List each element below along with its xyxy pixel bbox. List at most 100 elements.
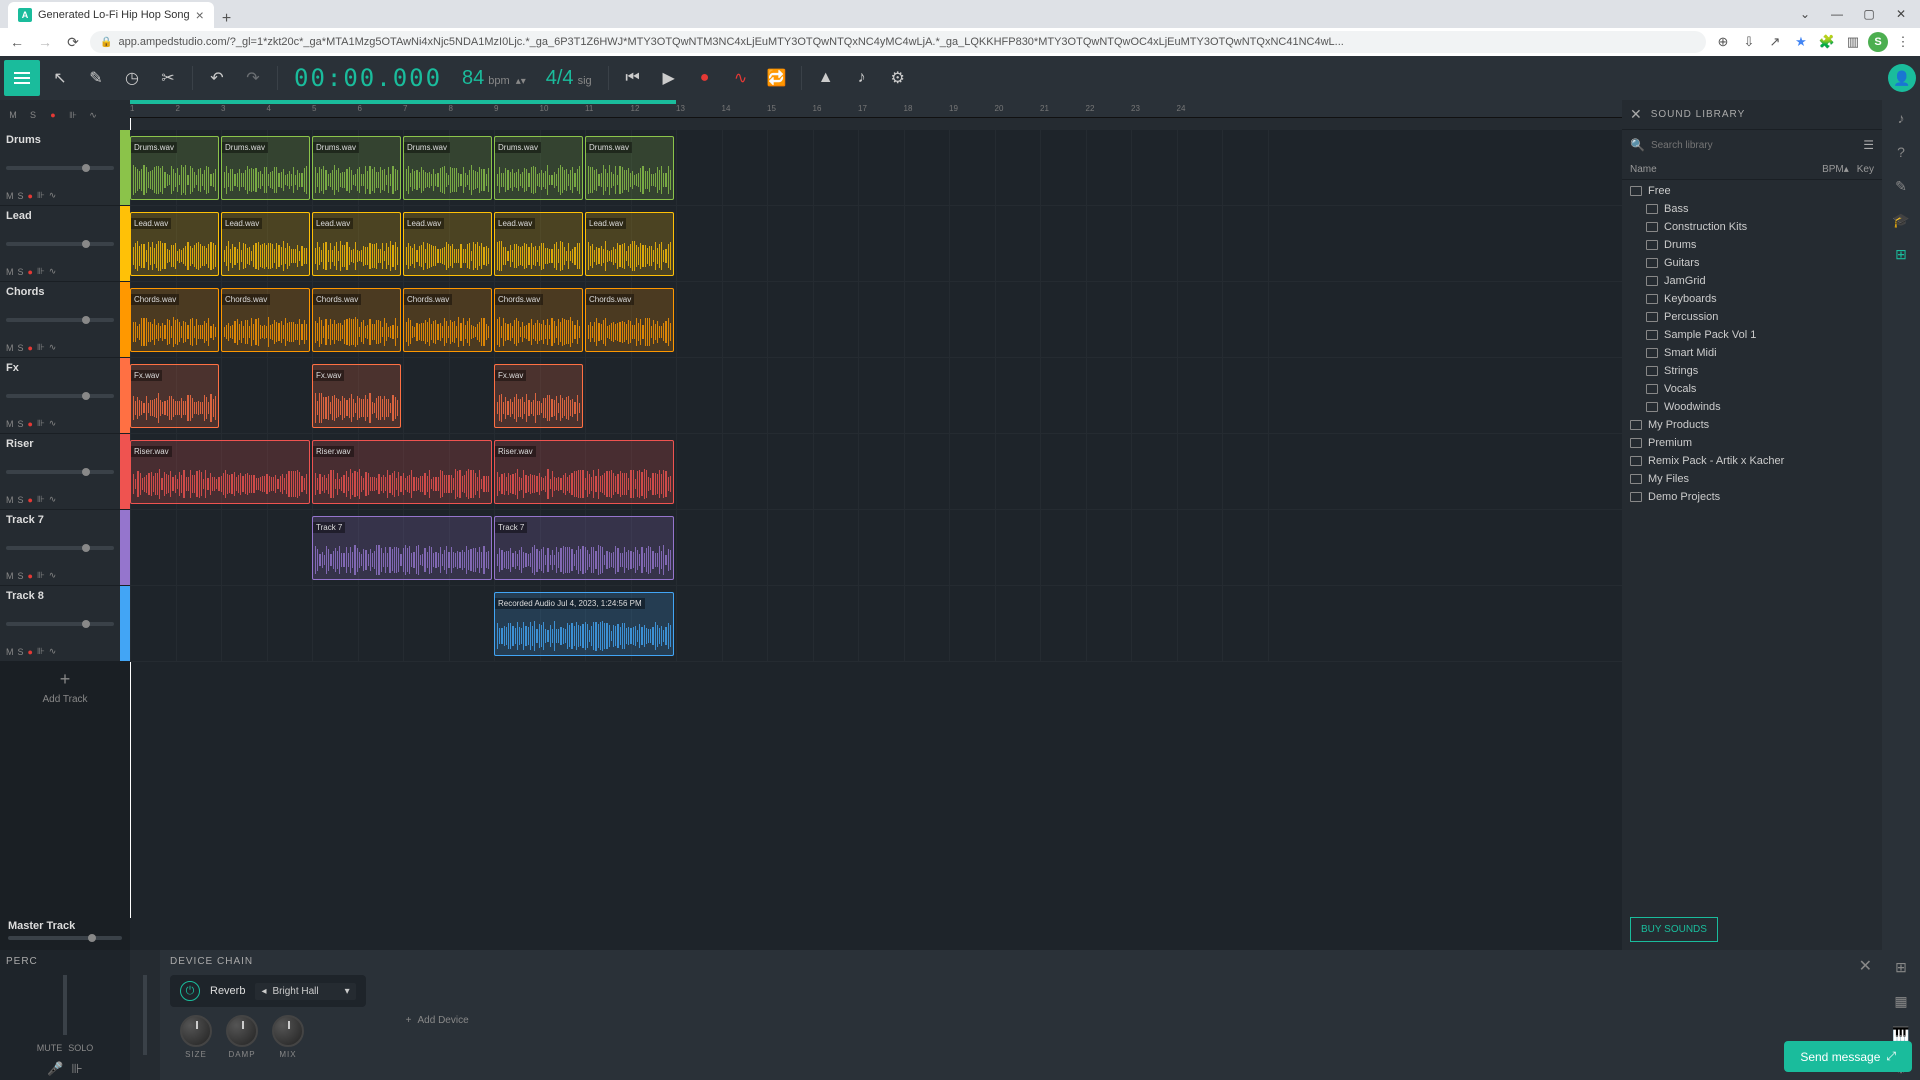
- audio-clip[interactable]: Chords.wav: [130, 288, 219, 352]
- track-meter-icon[interactable]: ⊪: [37, 266, 45, 277]
- col-key[interactable]: Key: [1857, 164, 1874, 175]
- audio-clip[interactable]: Chords.wav: [312, 288, 401, 352]
- library-folder[interactable]: Strings: [1622, 362, 1882, 380]
- audio-clip[interactable]: Fx.wav: [312, 364, 401, 428]
- track-header[interactable]: Lead M S ● ⊪ ∿: [0, 206, 130, 282]
- track-mute-button[interactable]: M: [6, 267, 14, 277]
- track-lane[interactable]: Fx.wavFx.wavFx.wav: [130, 358, 1622, 434]
- master-record-icon[interactable]: ●: [46, 108, 60, 122]
- track-lane[interactable]: Lead.wavLead.wavLead.wavLead.wavLead.wav…: [130, 206, 1622, 282]
- chevron-down-icon[interactable]: ⌄: [1790, 4, 1820, 24]
- audio-clip[interactable]: Lead.wav: [312, 212, 401, 276]
- track-fader[interactable]: [6, 394, 114, 398]
- tuning-icon[interactable]: ♪: [846, 62, 878, 94]
- track-header[interactable]: Chords M S ● ⊪ ∿: [0, 282, 130, 358]
- preset-dropdown-icon[interactable]: ▾: [345, 986, 350, 997]
- audio-clip[interactable]: Chords.wav: [494, 288, 583, 352]
- audio-clip[interactable]: Lead.wav: [221, 212, 310, 276]
- metronome-icon[interactable]: ▲: [810, 62, 842, 94]
- audio-clip[interactable]: Drums.wav: [130, 136, 219, 200]
- track-record-icon[interactable]: ●: [28, 419, 33, 429]
- audio-clip[interactable]: Lead.wav: [130, 212, 219, 276]
- track-lane[interactable]: Riser.wavRiser.wavRiser.wav: [130, 434, 1622, 510]
- audio-clip[interactable]: Fx.wav: [494, 364, 583, 428]
- new-tab-button[interactable]: +: [214, 10, 239, 28]
- loop-icon[interactable]: 🔁: [761, 62, 793, 94]
- track-solo-button[interactable]: S: [18, 267, 24, 277]
- close-icon[interactable]: ✕: [1886, 4, 1916, 24]
- record-icon[interactable]: ●: [689, 62, 721, 94]
- close-icon[interactable]: ✕: [1630, 106, 1643, 123]
- translate-icon[interactable]: ⊕: [1712, 31, 1734, 53]
- library-folder[interactable]: Vocals: [1622, 380, 1882, 398]
- track-fader[interactable]: [6, 546, 114, 550]
- timeline-area[interactable]: 123456789101112131415161718192021222324 …: [130, 100, 1622, 950]
- track-record-icon[interactable]: ●: [28, 571, 33, 581]
- track-lane[interactable]: Track 7Track 7: [130, 510, 1622, 586]
- track-automation-icon[interactable]: ∿: [49, 646, 57, 657]
- track-fader[interactable]: [6, 318, 114, 322]
- preset-selector[interactable]: ◂ Bright Hall ▾: [255, 983, 355, 1000]
- tab-close-icon[interactable]: ×: [196, 7, 204, 23]
- cut-tool-icon[interactable]: ✂: [152, 62, 184, 94]
- audio-clip[interactable]: Track 7: [494, 516, 674, 580]
- audio-clip[interactable]: Riser.wav: [494, 440, 674, 504]
- track-solo-button[interactable]: S: [18, 419, 24, 429]
- audio-clip[interactable]: Riser.wav: [312, 440, 492, 504]
- library-folder[interactable]: Keyboards: [1622, 290, 1882, 308]
- track-meter-icon[interactable]: ⊪: [37, 494, 45, 505]
- share-icon[interactable]: ↗: [1764, 31, 1786, 53]
- preset-prev-icon[interactable]: ◂: [261, 986, 266, 997]
- audio-clip[interactable]: Riser.wav: [130, 440, 310, 504]
- back-icon[interactable]: ←: [6, 31, 28, 53]
- audio-clip[interactable]: Drums.wav: [585, 136, 674, 200]
- track-header[interactable]: Drums M S ● ⊪ ∿: [0, 130, 130, 206]
- redo-icon[interactable]: ↷: [237, 62, 269, 94]
- pencil-tool-icon[interactable]: ✎: [80, 62, 112, 94]
- sidepanel-icon[interactable]: ▥: [1842, 31, 1864, 53]
- audio-clip[interactable]: Drums.wav: [312, 136, 401, 200]
- track-automation-icon[interactable]: ∿: [49, 570, 57, 581]
- graduation-icon[interactable]: 🎓: [1889, 208, 1913, 232]
- library-folder[interactable]: Remix Pack - Artik x Kacher: [1622, 452, 1882, 470]
- url-input[interactable]: 🔒 app.ampedstudio.com/?_gl=1*zkt20c*_ga*…: [90, 31, 1706, 53]
- track-solo-button[interactable]: S: [18, 343, 24, 353]
- track-mute-button[interactable]: M: [6, 191, 14, 201]
- buy-sounds-button[interactable]: BUY SOUNDS: [1630, 917, 1718, 942]
- device-power-button[interactable]: ⏻: [180, 981, 200, 1001]
- track-mute-button[interactable]: M: [6, 343, 14, 353]
- library-folder[interactable]: Woodwinds: [1622, 398, 1882, 416]
- master-automation-icon[interactable]: ∿: [86, 108, 100, 122]
- add-track-button[interactable]: + Add Track: [0, 662, 130, 712]
- maximize-icon[interactable]: ▢: [1854, 4, 1884, 24]
- track-lane[interactable]: Drums.wavDrums.wavDrums.wavDrums.wavDrum…: [130, 130, 1622, 206]
- track-meter-icon[interactable]: ⊪: [37, 646, 45, 657]
- track-meter-icon[interactable]: ⊪: [37, 570, 45, 581]
- install-icon[interactable]: ⇩: [1738, 31, 1760, 53]
- master-fader[interactable]: [8, 936, 122, 940]
- col-bpm[interactable]: BPM▴: [1822, 164, 1849, 175]
- audio-clip[interactable]: Drums.wav: [221, 136, 310, 200]
- library-search-input[interactable]: [1651, 140, 1857, 151]
- library-folder[interactable]: Construction Kits: [1622, 218, 1882, 236]
- pointer-tool-icon[interactable]: ↖: [44, 62, 76, 94]
- track-solo-button[interactable]: S: [18, 647, 24, 657]
- audio-clip[interactable]: Track 7: [312, 516, 492, 580]
- track-lane[interactable]: Recorded Audio Jul 4, 2023, 1:24:56 PM: [130, 586, 1622, 662]
- track-record-icon[interactable]: ●: [28, 495, 33, 505]
- col-name[interactable]: Name: [1630, 164, 1822, 175]
- audio-clip[interactable]: Lead.wav: [585, 212, 674, 276]
- track-meter-icon[interactable]: ⊪: [37, 342, 45, 353]
- mixer-icon[interactable]: ⚙: [882, 62, 914, 94]
- track-automation-icon[interactable]: ∿: [49, 494, 57, 505]
- star-icon[interactable]: ★: [1790, 31, 1812, 53]
- note-icon[interactable]: ♪: [1889, 106, 1913, 130]
- track-header[interactable]: Fx M S ● ⊪ ∿: [0, 358, 130, 434]
- timer-tool-icon[interactable]: ◷: [116, 62, 148, 94]
- automation-icon[interactable]: ∿: [725, 62, 757, 94]
- library-folder[interactable]: Bass: [1622, 200, 1882, 218]
- master-solo-button[interactable]: S: [26, 108, 40, 122]
- play-icon[interactable]: ▶: [653, 62, 685, 94]
- knob-size[interactable]: [180, 1015, 212, 1047]
- library-folder[interactable]: Free: [1622, 182, 1882, 200]
